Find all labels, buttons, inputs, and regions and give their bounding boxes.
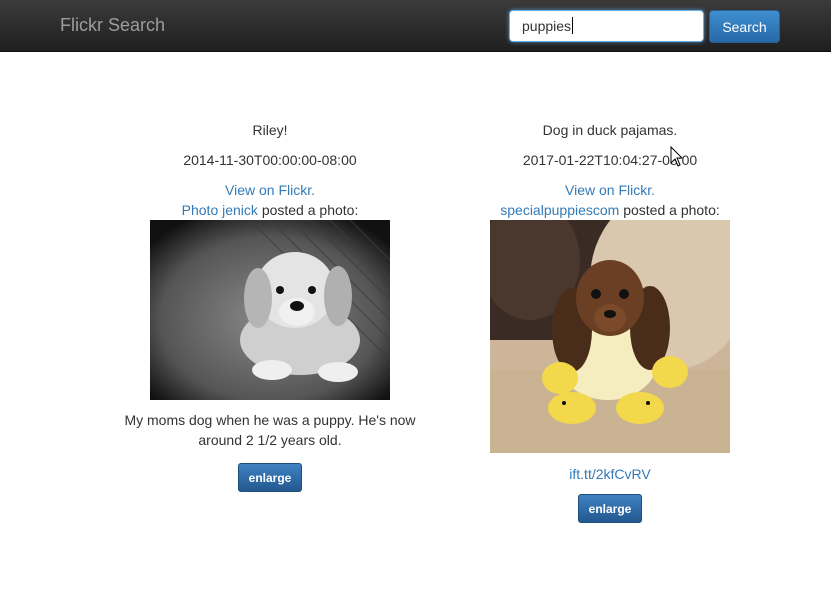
dachshund-photo[interactable] <box>490 220 730 453</box>
result-card-2: Dog in duck pajamas. 2017-01-22T10:04:27… <box>460 120 760 523</box>
posted-line: specialpuppiescom posted a photo: <box>460 200 760 220</box>
search-input[interactable] <box>509 10 704 42</box>
mouse-cursor-icon <box>670 146 684 167</box>
text-caret <box>572 17 573 34</box>
author-link[interactable]: specialpuppiescom <box>500 202 619 218</box>
photo-title: Dog in duck pajamas. <box>542 122 678 138</box>
posted-line: Photo jenick posted a photo: <box>120 200 420 220</box>
posted-text: posted a photo: <box>261 202 359 218</box>
posted-text: posted a photo: <box>623 202 720 218</box>
photo-description: My moms dog when he was a puppy. He's no… <box>124 412 416 448</box>
photo-date: 2017-01-22T10:04:27-08:00 <box>522 152 698 168</box>
navbar: Flickr Search Search <box>0 0 831 52</box>
photo-date: 2014-11-30T00:00:00-08:00 <box>183 152 357 168</box>
short-link[interactable]: ift.tt/2kfCvRV <box>460 464 760 484</box>
enlarge-button[interactable]: enlarge <box>238 463 302 492</box>
author-link[interactable]: Photo jenick <box>182 202 258 218</box>
search-button[interactable]: Search <box>709 10 780 43</box>
puppy-photo[interactable] <box>150 220 390 400</box>
view-on-flickr-link[interactable]: View on Flickr. <box>120 180 420 200</box>
view-on-flickr-link[interactable]: View on Flickr. <box>460 180 760 200</box>
enlarge-button[interactable]: enlarge <box>578 494 642 523</box>
photo-title: Riley! <box>252 122 288 138</box>
brand-title[interactable]: Flickr Search <box>60 15 165 36</box>
result-card-1: Riley! 2014-11-30T00:00:00-08:00 View on… <box>120 120 420 492</box>
